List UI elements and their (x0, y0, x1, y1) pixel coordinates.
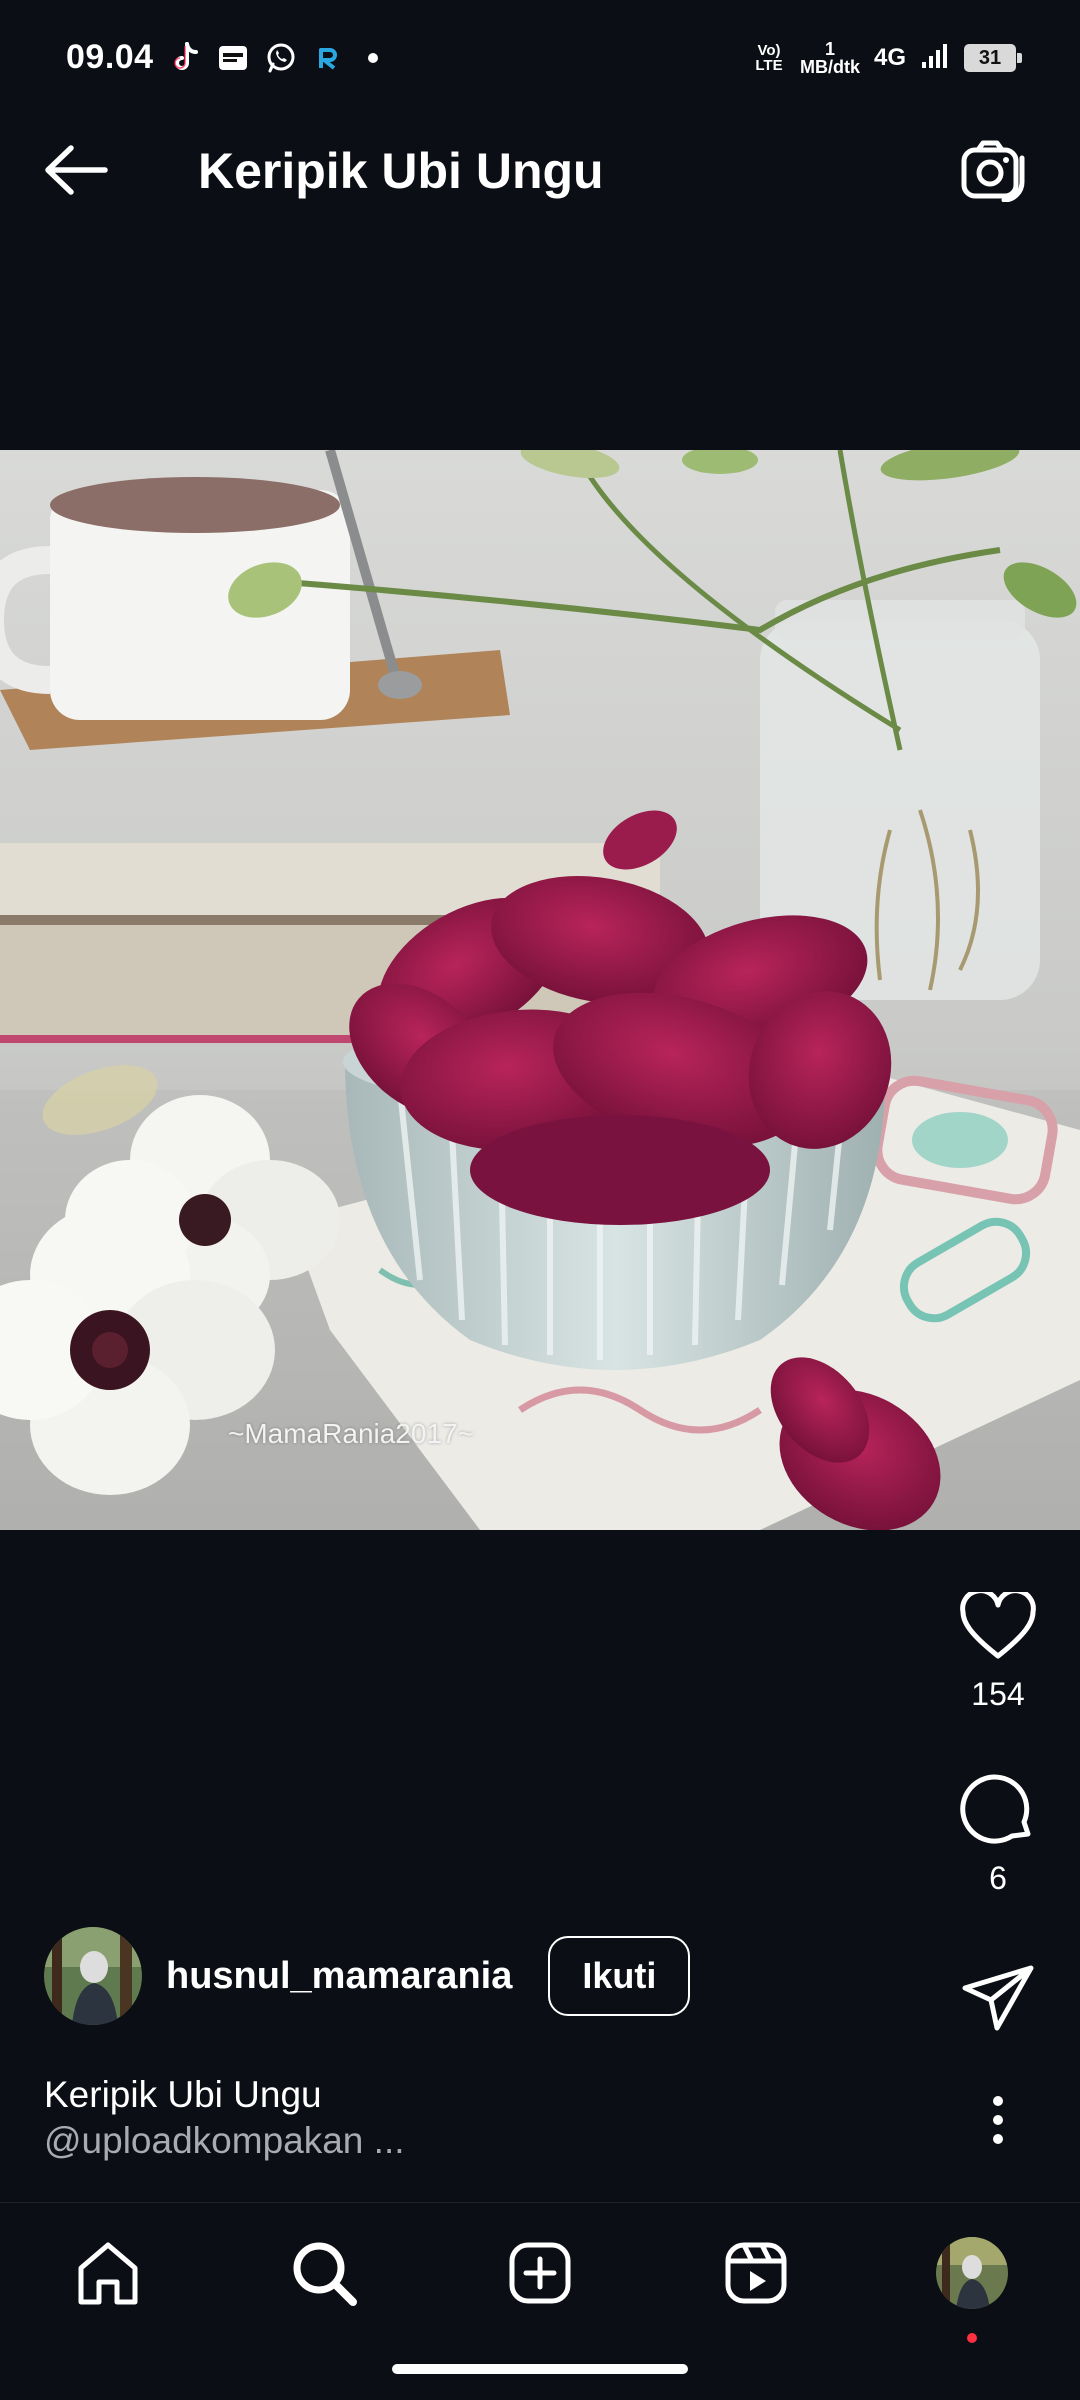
comment-count[interactable]: 6 (948, 1860, 1048, 1897)
network-type: 4G (873, 44, 906, 71)
share-action (948, 1958, 1048, 2038)
comment-button[interactable] (948, 1770, 1048, 1850)
more-vertical-icon (993, 2096, 1003, 2144)
network-speed-value: 1 (824, 39, 835, 59)
camera-icon (961, 140, 1025, 202)
page-header: Keripik Ubi Ungu (0, 120, 1080, 220)
share-button[interactable] (948, 1958, 1048, 2038)
nav-reels[interactable] (716, 2233, 796, 2313)
like-count[interactable]: 154 (948, 1676, 1048, 1713)
comment-action: 6 (948, 1770, 1048, 1897)
page-title: Keripik Ubi Ungu (198, 143, 604, 199)
nav-profile[interactable] (932, 2233, 1012, 2313)
nav-create-post[interactable] (500, 2233, 580, 2313)
status-right: Vo) LTE 1 MB/dtk 4G 31 (752, 40, 1022, 76)
heart-icon (960, 1592, 1036, 1659)
tiktok-icon (168, 41, 202, 75)
add-post-icon (509, 2242, 571, 2304)
signal-icon (920, 42, 950, 75)
post-image[interactable]: ~MamaRania2017~ (0, 450, 1080, 1530)
caption-mention[interactable]: @uploadkompakan ... (44, 2118, 405, 2164)
send-icon (962, 1965, 1034, 2031)
like-action: 154 (948, 1586, 1048, 1713)
author-avatar[interactable] (44, 1927, 142, 2025)
caption-title: Keripik Ubi Ungu (44, 2074, 322, 2115)
more-action (948, 2080, 1048, 2160)
app-r-icon (312, 41, 346, 75)
follow-button[interactable]: Ikuti (548, 1936, 691, 2016)
home-icon (78, 2242, 138, 2305)
author-row: husnul_mamarania Ikuti (44, 1926, 691, 2026)
post-caption[interactable]: Keripik Ubi Ungu @uploadkompakan ... (44, 2072, 405, 2164)
network-speed: 1 MB/dtk (800, 40, 860, 76)
purple-sweet-potato-chips-photo (0, 450, 1080, 1530)
more-options-button[interactable] (948, 2080, 1048, 2160)
more-notifications-dot (367, 52, 378, 63)
volte-indicator: Vo) LTE (755, 42, 783, 74)
status-bar: 09.04 Vo) LTE 1 MB/dtk 4G 31 (0, 0, 1080, 92)
arrow-left-icon (45, 145, 108, 195)
status-time: 09.04 (66, 38, 154, 76)
home-indicator[interactable] (392, 2364, 688, 2374)
nav-search[interactable] (284, 2233, 364, 2313)
like-button[interactable] (948, 1586, 1048, 1666)
author-username[interactable]: husnul_mamarania (166, 1955, 512, 1998)
profile-avatar (936, 2237, 1008, 2309)
samsung-news-icon (216, 41, 250, 75)
camera-button[interactable] (958, 136, 1028, 206)
comment-bubble-icon (960, 1774, 1031, 1844)
nav-home[interactable] (68, 2233, 148, 2313)
network-speed-unit: MB/dtk (799, 57, 860, 77)
reels-icon (725, 2242, 787, 2304)
photo-watermark: ~MamaRania2017~ (228, 1418, 474, 1449)
battery-indicator: 31 (964, 44, 1022, 72)
whatsapp-icon (264, 41, 298, 75)
profile-notification-dot (967, 2333, 977, 2343)
back-button[interactable] (40, 138, 112, 202)
search-icon (293, 2242, 357, 2306)
status-left: 09.04 (66, 38, 378, 77)
